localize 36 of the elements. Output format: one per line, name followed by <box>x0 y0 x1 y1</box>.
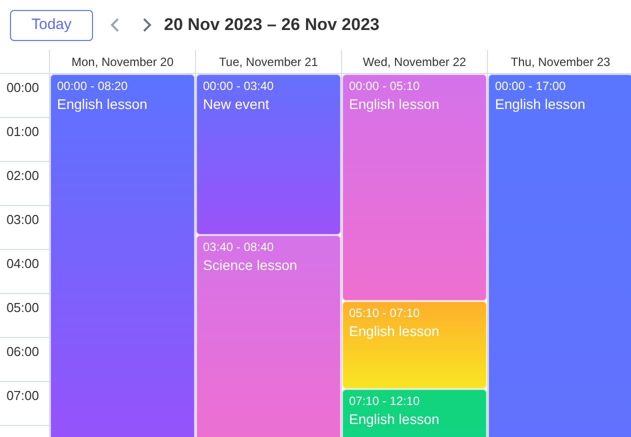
event-block[interactable]: 00:00 - 05:10 English lesson <box>342 74 487 302</box>
event-title: English lesson <box>495 95 586 114</box>
event-title: New event <box>203 95 270 114</box>
event-block[interactable]: 00:00 - 17:00 English lesson <box>488 74 631 437</box>
event-time: 00:00 - 17:00 <box>495 78 567 94</box>
today-button[interactable]: Today <box>10 10 93 40</box>
event-time: 00:00 - 05:10 <box>349 78 421 94</box>
date-range-title: 20 Nov 2023 – 26 Nov 2023 <box>164 14 380 36</box>
event-title: English lesson <box>349 95 440 114</box>
event-time: 03:40 - 08:40 <box>203 239 275 256</box>
event-title: English lesson <box>57 95 148 114</box>
day-header: Wed, November 22 <box>362 54 466 70</box>
hour-label: 05:00 <box>6 299 39 317</box>
event-title: English lesson <box>349 410 440 430</box>
event-title: English lesson <box>349 322 440 342</box>
hour-label: 03:00 <box>6 211 39 229</box>
hour-label: 06:00 <box>6 343 39 361</box>
event-time: 00:00 - 03:40 <box>203 78 275 94</box>
hour-label: 01:00 <box>6 123 39 141</box>
previous-icon[interactable] <box>110 18 120 32</box>
event-block[interactable]: 07:10 - 12:10 English lesson <box>342 389 487 437</box>
day-header: Mon, November 20 <box>71 54 174 70</box>
event-block[interactable]: 00:00 - 03:40 New event <box>196 74 341 236</box>
hour-label: 04:00 <box>6 255 39 273</box>
day-header: Thu, November 23 <box>510 54 610 70</box>
event-time: 05:10 - 07:10 <box>349 305 421 322</box>
day-header: Tue, November 21 <box>219 54 318 70</box>
event-block[interactable]: 03:40 - 08:40 Science lesson <box>196 235 341 437</box>
event-block[interactable]: 00:00 - 08:20 English lesson <box>50 74 195 437</box>
hour-label: 02:00 <box>6 167 39 185</box>
event-time: 00:00 - 08:20 <box>57 78 129 94</box>
event-title: Science lesson <box>203 256 298 276</box>
next-icon[interactable] <box>142 18 152 32</box>
hour-label: 00:00 <box>6 79 39 97</box>
event-time: 07:10 - 12:10 <box>349 393 421 410</box>
hour-label: 07:00 <box>6 387 39 405</box>
